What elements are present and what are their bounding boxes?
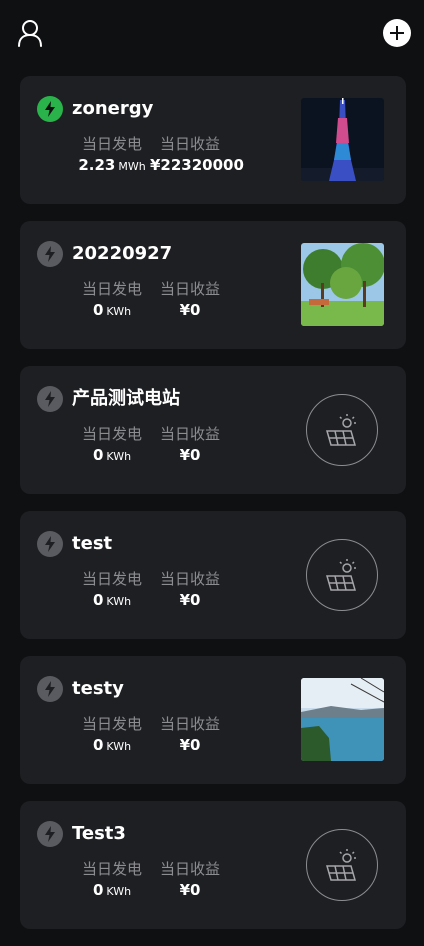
daily-income: 当日收益 ¥22320000 <box>150 134 244 176</box>
station-card[interactable]: test 当日发电 0 KWh 当日收益 ¥0 <box>20 511 406 639</box>
top-bar <box>0 0 424 64</box>
station-name: 20220927 <box>72 243 173 264</box>
user-icon[interactable] <box>16 18 44 48</box>
daily-generation: 当日发电 0 KWh <box>72 279 152 323</box>
daily-generation-value: 0 KWh <box>92 591 132 609</box>
daily-income-value: ¥0 <box>179 446 201 464</box>
daily-income-label: 当日收益 <box>159 860 220 878</box>
daily-generation-label: 当日发电 <box>81 715 142 733</box>
daily-generation-label: 当日发电 <box>81 570 142 588</box>
daily-generation: 当日发电 0 KWh <box>72 859 152 903</box>
add-station-button[interactable] <box>383 19 411 47</box>
station-photo <box>301 678 384 761</box>
solar-panel-icon <box>306 829 378 901</box>
daily-income-label: 当日收益 <box>159 425 220 443</box>
station-card[interactable]: Test3 当日发电 0 KWh 当日收益 ¥0 <box>20 801 406 929</box>
status-offline-icon <box>37 531 63 557</box>
daily-income: 当日收益 ¥0 <box>150 569 230 611</box>
status-offline-icon <box>37 676 63 702</box>
daily-generation-value: 0 KWh <box>92 446 132 464</box>
daily-income: 当日收益 ¥0 <box>150 279 230 321</box>
status-offline-icon <box>37 241 63 267</box>
daily-income-value: ¥0 <box>179 591 201 609</box>
daily-generation: 当日发电 0 KWh <box>72 714 152 758</box>
daily-generation-label: 当日发电 <box>81 135 142 153</box>
daily-income: 当日收益 ¥0 <box>150 424 230 466</box>
daily-income-value: ¥22320000 <box>150 156 244 174</box>
daily-generation-value: 2.23 MWh <box>78 156 146 174</box>
daily-income: 当日收益 ¥0 <box>150 714 230 756</box>
station-photo <box>301 98 384 181</box>
daily-generation: 当日发电 2.23 MWh <box>72 134 152 178</box>
daily-income-value: ¥0 <box>179 881 201 899</box>
daily-income-label: 当日收益 <box>159 280 220 298</box>
daily-income-value: ¥0 <box>179 301 201 319</box>
station-card[interactable]: 产品测试电站 当日发电 0 KWh 当日收益 ¥0 <box>20 366 406 494</box>
status-offline-icon <box>37 821 63 847</box>
station-name: test <box>72 533 113 554</box>
daily-income: 当日收益 ¥0 <box>150 859 230 901</box>
daily-income-label: 当日收益 <box>159 570 220 588</box>
station-name: testy <box>72 678 124 699</box>
station-card[interactable]: zonergy 当日发电 2.23 MWh 当日收益 ¥22320000 <box>20 76 406 204</box>
daily-generation: 当日发电 0 KWh <box>72 569 152 613</box>
station-name: zonergy <box>72 98 154 119</box>
daily-generation-label: 当日发电 <box>81 860 142 878</box>
station-list: zonergy 当日发电 2.23 MWh 当日收益 ¥22320000 202… <box>20 76 406 946</box>
solar-panel-icon <box>306 394 378 466</box>
status-online-icon <box>37 96 63 122</box>
daily-generation-label: 当日发电 <box>81 280 142 298</box>
daily-generation-value: 0 KWh <box>92 301 132 319</box>
daily-income-value: ¥0 <box>179 736 201 754</box>
station-name: Test3 <box>72 823 126 844</box>
daily-generation: 当日发电 0 KWh <box>72 424 152 468</box>
daily-income-label: 当日收益 <box>159 715 220 733</box>
solar-panel-icon <box>306 539 378 611</box>
station-card[interactable]: testy 当日发电 0 KWh 当日收益 ¥0 <box>20 656 406 784</box>
station-photo <box>301 243 384 326</box>
daily-generation-value: 0 KWh <box>92 881 132 899</box>
daily-generation-value: 0 KWh <box>92 736 132 754</box>
daily-income-label: 当日收益 <box>159 135 220 153</box>
station-name: 产品测试电站 <box>72 388 180 409</box>
daily-generation-label: 当日发电 <box>81 425 142 443</box>
station-card[interactable]: 20220927 当日发电 0 KWh 当日收益 ¥0 <box>20 221 406 349</box>
status-offline-icon <box>37 386 63 412</box>
